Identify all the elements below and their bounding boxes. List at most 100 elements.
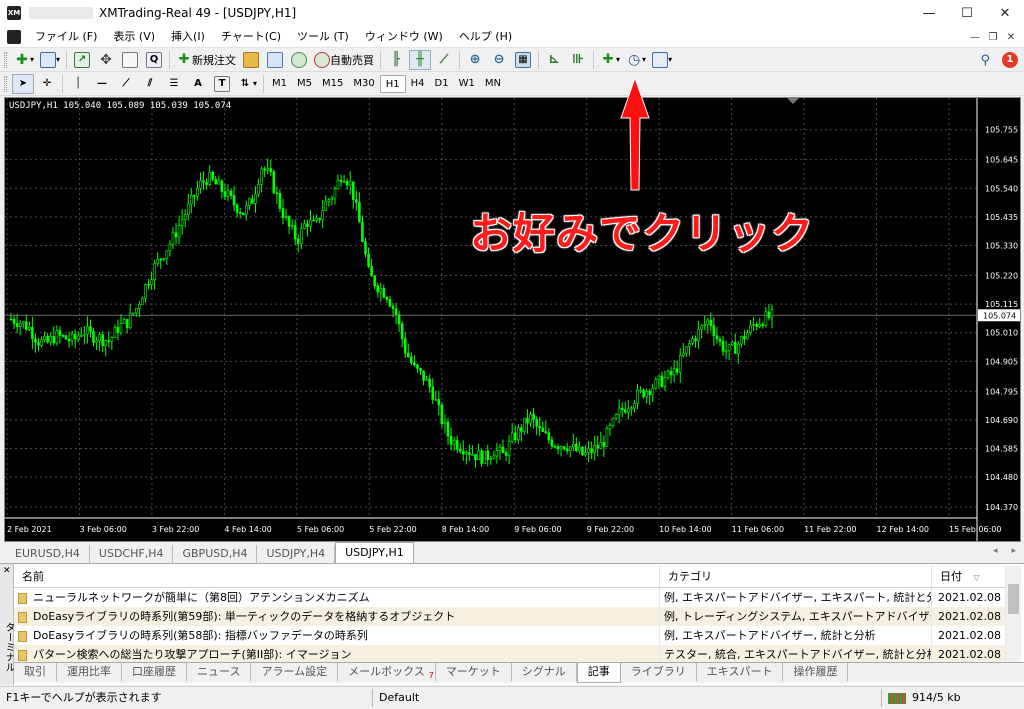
templates-button[interactable]: ▾ xyxy=(650,50,674,70)
candle-body xyxy=(410,356,413,364)
terminal-button[interactable]: Q xyxy=(143,50,165,70)
trendline-tool[interactable]: ⟋ xyxy=(115,74,137,94)
timeframe-m1[interactable]: M1 xyxy=(267,75,292,93)
column-category[interactable]: カテゴリ xyxy=(660,566,932,587)
fibonacci-tool[interactable]: ☰ xyxy=(163,74,185,94)
bar-chart-button[interactable]: ╟ xyxy=(385,50,407,70)
tab-articles[interactable]: 記事 xyxy=(576,663,621,683)
candle-body xyxy=(688,343,691,347)
navigator-button[interactable] xyxy=(119,50,141,70)
vps-button[interactable] xyxy=(288,50,310,70)
timeframe-m15[interactable]: M15 xyxy=(317,75,348,93)
chart-tab-eurusd-h4[interactable]: EURUSD,H4 xyxy=(6,545,90,563)
tab-journal[interactable]: 操作履歴 xyxy=(783,663,849,681)
arrows-tool[interactable]: ⇅ ▾ xyxy=(235,74,259,94)
chart-window-icon[interactable] xyxy=(7,29,21,44)
zoom-out-button[interactable]: ⊖ xyxy=(488,50,510,70)
notification-icon[interactable]: 1 xyxy=(1002,52,1018,68)
meta-editor-button[interactable] xyxy=(240,50,262,70)
crosshair-tool[interactable]: ✛ xyxy=(36,74,58,94)
candle-body xyxy=(232,195,236,206)
tab-trade[interactable]: 取引 xyxy=(14,663,57,681)
cursor-tool[interactable]: ➤ xyxy=(12,73,34,94)
row-name: ニューラルネットワークが簡単に（第8回）アテンションメカニズム xyxy=(14,588,660,607)
candle-body xyxy=(388,299,392,307)
candlestick-button[interactable]: ╫ xyxy=(409,49,432,70)
data-window-button[interactable]: ✥ xyxy=(95,50,117,70)
tab-market[interactable]: マーケット xyxy=(436,663,512,681)
search-icon[interactable]: ⚲ xyxy=(980,53,990,68)
toolbar-grip[interactable] xyxy=(4,75,7,92)
chart-tab-usdjpy-h1[interactable]: USDJPY,H1 xyxy=(335,542,414,563)
mdi-restore-button[interactable]: ❐ xyxy=(984,32,1002,43)
menu-help[interactable]: ヘルプ (H) xyxy=(451,26,520,48)
menu-tools[interactable]: ツール (T) xyxy=(289,26,357,48)
mdi-close-button[interactable]: ✕ xyxy=(1002,32,1020,43)
scroll-thumb[interactable] xyxy=(1008,584,1019,614)
terminal-close-icon[interactable]: ✕ xyxy=(3,566,11,576)
menu-window[interactable]: ウィンドウ (W) xyxy=(357,26,451,48)
tile-windows-button[interactable]: ▦ xyxy=(512,50,534,70)
timeframe-h4[interactable]: H4 xyxy=(406,75,430,93)
terminal-scrollbar[interactable] xyxy=(1006,566,1021,662)
minimize-button[interactable]: — xyxy=(910,0,948,26)
channel-tool[interactable]: ⫽ xyxy=(139,74,161,94)
tab-account-history[interactable]: 口座履歴 xyxy=(122,663,187,681)
auto-trading-button[interactable]: 自動売買 xyxy=(312,50,376,70)
tab-signals[interactable]: シグナル xyxy=(512,663,577,681)
timeframe-d1[interactable]: D1 xyxy=(430,75,454,93)
timeframe-w1[interactable]: W1 xyxy=(454,75,480,93)
text-label-tool[interactable]: T xyxy=(211,74,233,94)
row-name-text: パターン検索への総当たり攻撃アプローチ(第II部): イマージョン xyxy=(33,648,352,661)
table-row[interactable]: DoEasyライブラリの時系列(第58部): 指標バッファデータの時系列 例, エ… xyxy=(14,626,1006,645)
new-chart-button[interactable]: ✚ ▾ xyxy=(12,50,36,70)
table-row[interactable]: ニューラルネットワークが簡単に（第8回）アテンションメカニズム 例, エキスパート… xyxy=(14,588,1006,607)
periods-button[interactable]: ◷ ▾ xyxy=(624,50,648,70)
price-chart[interactable]: 105.755 105.645 105.540 105.435 105.330 105.2… xyxy=(4,97,1021,542)
profiles-button[interactable]: ▾ xyxy=(38,50,62,70)
candlestick-chart[interactable]: 105.755 105.645 105.540 105.435 105.330 105.2… xyxy=(5,98,1020,541)
tab-code-base[interactable]: ライブラリ xyxy=(621,663,697,681)
vertical-line-tool[interactable]: │ xyxy=(67,74,89,94)
mdi-minimize-button[interactable]: — xyxy=(966,32,984,43)
timeframe-m5[interactable]: M5 xyxy=(292,75,317,93)
maximize-button[interactable]: ☐ xyxy=(948,0,986,26)
tab-alerts[interactable]: アラーム設定 xyxy=(251,663,339,681)
menu-file[interactable]: ファイル (F) xyxy=(27,26,105,48)
indicators-button[interactable]: ✚ ▾ xyxy=(598,50,622,70)
tab-exposure[interactable]: 運用比率 xyxy=(57,663,122,681)
status-profile[interactable]: Default xyxy=(373,687,881,709)
signals-button[interactable] xyxy=(264,50,286,70)
tab-news[interactable]: ニュース xyxy=(187,663,252,681)
new-order-button[interactable]: ✚ 新規注文 xyxy=(174,50,238,70)
chart-tab-usdchf-h4[interactable]: USDCHF,H4 xyxy=(90,545,174,563)
chart-shift-marker[interactable] xyxy=(787,98,799,104)
auto-scroll-button[interactable]: ⊾ xyxy=(543,50,565,70)
status-traffic[interactable]: 914/5 kb xyxy=(882,687,967,709)
chart-shift-button[interactable]: ⊪ xyxy=(567,50,589,70)
market-watch-button[interactable]: ↗ xyxy=(71,50,93,70)
tab-scroll-right-icon[interactable]: ▸ xyxy=(1011,546,1016,556)
menu-chart[interactable]: チャート(C) xyxy=(213,26,289,48)
zoom-in-button[interactable]: ⊕ xyxy=(464,50,486,70)
column-name[interactable]: 名前 xyxy=(14,566,660,587)
candle-body xyxy=(550,439,554,447)
timeframe-m30[interactable]: M30 xyxy=(348,75,379,93)
table-row[interactable]: DoEasyライブラリの時系列(第59部): 単一ティックのデータを格納するオブ… xyxy=(14,607,1006,626)
horizontal-line-tool[interactable]: — xyxy=(91,74,113,94)
tab-experts[interactable]: エキスパート xyxy=(697,663,784,681)
toolbar-grip[interactable] xyxy=(4,51,7,68)
timeframe-h1[interactable]: H1 xyxy=(379,74,406,93)
annotation-text: お好みでクリック xyxy=(470,209,815,258)
tab-mailbox[interactable]: メールボックス 7 xyxy=(338,663,436,681)
chart-tab-gbpusd-h4[interactable]: GBPUSD,H4 xyxy=(173,545,258,563)
menu-insert[interactable]: 挿入(I) xyxy=(163,26,213,48)
timeframe-mn[interactable]: MN xyxy=(480,75,506,93)
close-button[interactable]: ✕ xyxy=(986,0,1024,26)
tab-scroll-left-icon[interactable]: ◂ xyxy=(993,546,998,556)
column-date[interactable]: 日付 ▽ xyxy=(932,566,1006,587)
menu-view[interactable]: 表示 (V) xyxy=(105,26,163,48)
chart-tab-usdjpy-h4[interactable]: USDJPY,H4 xyxy=(257,545,336,563)
text-tool[interactable]: A xyxy=(187,74,209,94)
line-chart-button[interactable]: ⟋ xyxy=(433,50,455,70)
